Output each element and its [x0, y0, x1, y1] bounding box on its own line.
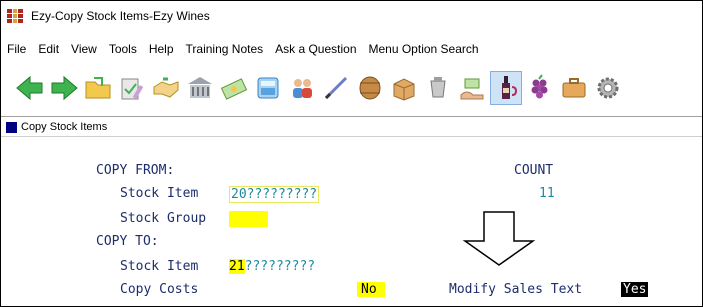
bank-building-icon[interactable] [185, 72, 215, 104]
from-stock-group-label: Stock Group [120, 211, 207, 226]
copy-form: COPY FROM: COUNT Stock Item 20????????? … [1, 141, 702, 306]
copy-from-heading: COPY FROM: [96, 163, 175, 178]
menu-option-search[interactable]: Menu Option Search [363, 42, 485, 56]
forward-arrow-icon[interactable] [49, 72, 79, 104]
screen-header: Copy Stock Items [1, 118, 702, 137]
from-stock-group-field[interactable] [229, 211, 268, 227]
count-value: 11 [539, 186, 555, 201]
from-stock-item-field[interactable]: 20????????? [229, 186, 320, 203]
gear-icon[interactable] [593, 72, 623, 104]
briefcase-icon[interactable] [559, 72, 589, 104]
menu-training-notes[interactable]: Training Notes [180, 42, 270, 56]
people-icon[interactable] [287, 72, 317, 104]
screen-square-icon [6, 121, 17, 133]
hand-money-icon[interactable] [457, 72, 487, 104]
to-stock-item-rest: ????????? [244, 259, 316, 274]
menu-help[interactable]: Help [143, 42, 180, 56]
toolbar [1, 65, 702, 111]
grapes-icon[interactable] [525, 72, 555, 104]
menu-view[interactable]: View [65, 42, 103, 56]
to-stock-item-field[interactable]: 21????????? [229, 259, 315, 274]
screen-title: Copy Stock Items [21, 121, 108, 133]
copy-costs-label: Copy Costs [120, 282, 199, 297]
menu-edit[interactable]: Edit [32, 42, 65, 56]
menu-tools[interactable]: Tools [103, 42, 143, 56]
app-logo-icon [7, 9, 23, 23]
app-window: Ezy-Copy Stock Items-Ezy Wines File Edit… [0, 0, 703, 307]
barrel-icon[interactable] [355, 72, 385, 104]
handshake-icon[interactable] [151, 72, 181, 104]
modify-sales-text-label: Modify Sales Text [449, 282, 583, 297]
to-stock-item-prefix: 21 [229, 259, 245, 274]
wine-bottle-icon[interactable] [490, 71, 522, 105]
menu-ask-a-question[interactable]: Ask a Question [269, 42, 362, 56]
calculator-icon[interactable] [253, 72, 283, 104]
edit-check-icon[interactable] [117, 72, 147, 104]
window-title: Ezy-Copy Stock Items-Ezy Wines [31, 9, 210, 23]
from-stock-item-label: Stock Item [120, 186, 199, 201]
cup-icon[interactable] [423, 72, 453, 104]
box-icon[interactable] [389, 72, 419, 104]
down-arrow-annotation [462, 211, 536, 266]
to-stock-item-label: Stock Item [120, 259, 199, 274]
pen-icon[interactable] [321, 72, 351, 104]
folder-icon[interactable] [83, 72, 113, 104]
menu-bar: File Edit View Tools Help Training Notes… [1, 39, 702, 59]
count-heading: COUNT [514, 163, 554, 178]
modify-sales-text-field[interactable]: Yes [621, 282, 649, 297]
toolbar-divider [1, 116, 702, 117]
copy-to-heading: COPY TO: [96, 234, 159, 249]
back-arrow-icon[interactable] [15, 72, 45, 104]
menu-file[interactable]: File [1, 42, 32, 56]
title-bar: Ezy-Copy Stock Items-Ezy Wines [1, 1, 702, 31]
copy-costs-field[interactable]: No [357, 282, 385, 297]
money-icon[interactable] [219, 72, 249, 104]
